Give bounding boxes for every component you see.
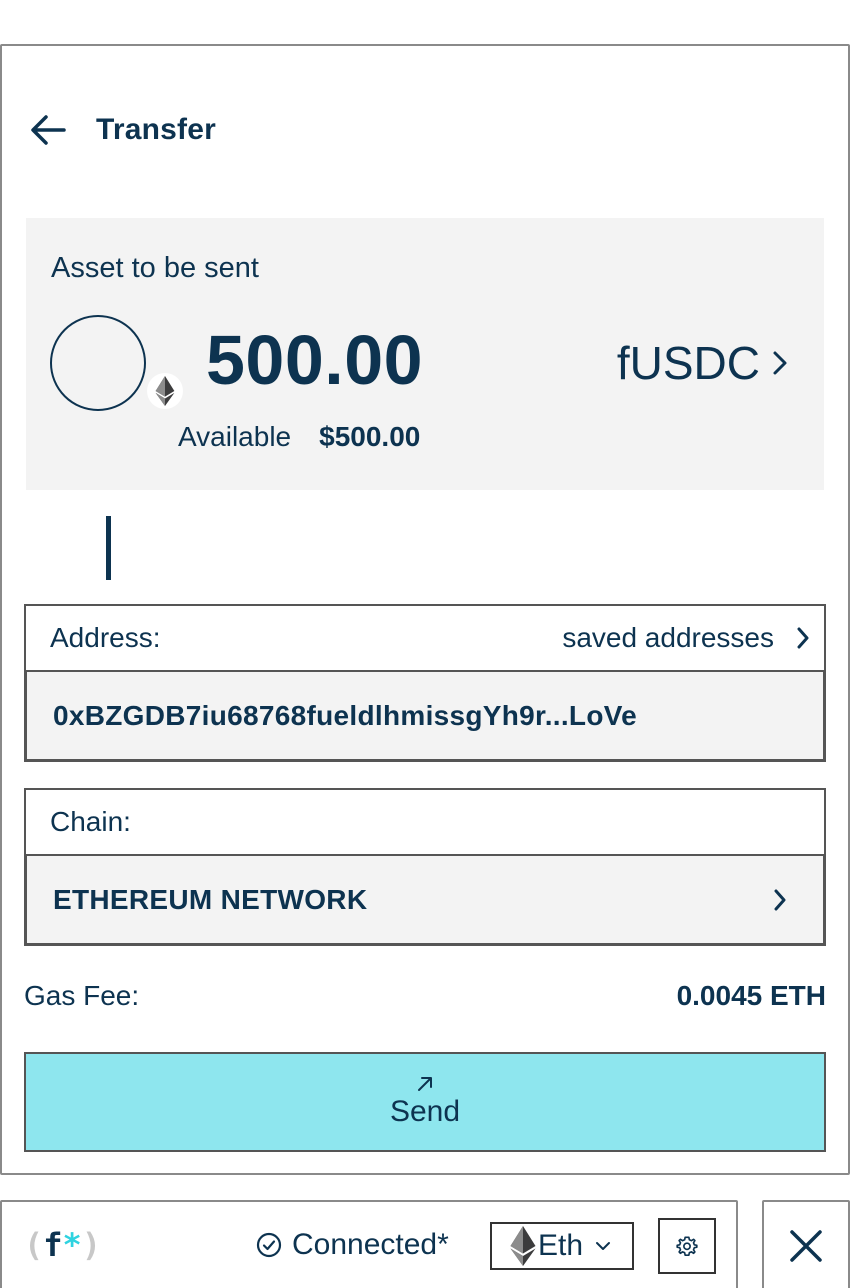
chain-section: Chain: ETHEREUM NETWORK xyxy=(24,788,826,946)
connection-status-label: Connected* xyxy=(292,1228,449,1261)
back-button[interactable] xyxy=(24,106,72,154)
chain-value: ETHEREUM NETWORK xyxy=(53,883,368,915)
saved-addresses-link[interactable]: saved addresses xyxy=(562,622,810,654)
asset-label: Asset to be sent xyxy=(51,252,259,284)
network-select-value: Eth xyxy=(538,1229,584,1262)
chain-label: Chain: xyxy=(50,806,131,837)
gas-fee-value: 0.0045 ETH xyxy=(676,980,826,1011)
token-avatar xyxy=(50,315,146,411)
ethereum-badge xyxy=(147,373,183,409)
back-arrow-icon xyxy=(31,115,66,145)
token-symbol: fUSDC xyxy=(616,337,760,389)
available-label: Available xyxy=(178,421,292,452)
amount-input[interactable]: 500.00 xyxy=(206,320,423,400)
page-title: Transfer xyxy=(96,113,216,146)
available-value: $500.00 xyxy=(319,421,421,452)
send-button[interactable]: Send xyxy=(24,1052,826,1152)
address-value: 0xBZGDB7iu68768fueldlhmissgYh9r...LoVe xyxy=(53,699,638,731)
address-label: Address: xyxy=(50,622,161,653)
gas-fee-row: Gas Fee: 0.0045 ETH xyxy=(24,980,826,1012)
arrow-up-right-icon xyxy=(418,1077,432,1091)
chevron-right-icon xyxy=(774,889,786,910)
wallet-footer: (f*) Connected* Eth xyxy=(0,1200,738,1288)
saved-addresses-label: saved addresses xyxy=(562,622,774,653)
chevron-down-icon xyxy=(596,1242,611,1250)
text-cursor xyxy=(106,516,111,580)
network-select[interactable]: Eth xyxy=(490,1222,634,1270)
address-field[interactable]: 0xBZGDB7iu68768fueldlhmissgYh9r...LoVe xyxy=(24,670,826,762)
header: Transfer xyxy=(24,82,216,178)
gear-icon xyxy=(676,1236,698,1256)
check-circle-icon xyxy=(256,1232,282,1258)
asset-card: Asset to be sent 500.00 fUSDC Available $… xyxy=(26,218,824,490)
close-button[interactable] xyxy=(762,1200,850,1288)
token-select[interactable]: fUSDC xyxy=(617,336,788,390)
address-section: Address: saved addresses 0xBZGDB7iu68768… xyxy=(24,604,826,762)
address-header: Address: saved addresses xyxy=(26,606,824,670)
settings-button[interactable] xyxy=(658,1218,716,1274)
ethereum-icon xyxy=(510,1226,536,1266)
connection-status: Connected* xyxy=(256,1228,449,1262)
available-balance: Available $500.00 xyxy=(178,421,420,453)
ethereum-icon xyxy=(155,376,175,406)
chevron-right-icon xyxy=(773,351,787,375)
chain-select[interactable]: ETHEREUM NETWORK xyxy=(24,854,826,946)
gas-fee-label: Gas Fee: xyxy=(24,980,140,1011)
close-icon xyxy=(790,1230,822,1262)
app-logo: (f*) xyxy=(24,1226,102,1264)
chain-header: Chain: xyxy=(26,790,824,854)
chevron-right-icon xyxy=(797,627,809,649)
send-label: Send xyxy=(389,1095,461,1128)
